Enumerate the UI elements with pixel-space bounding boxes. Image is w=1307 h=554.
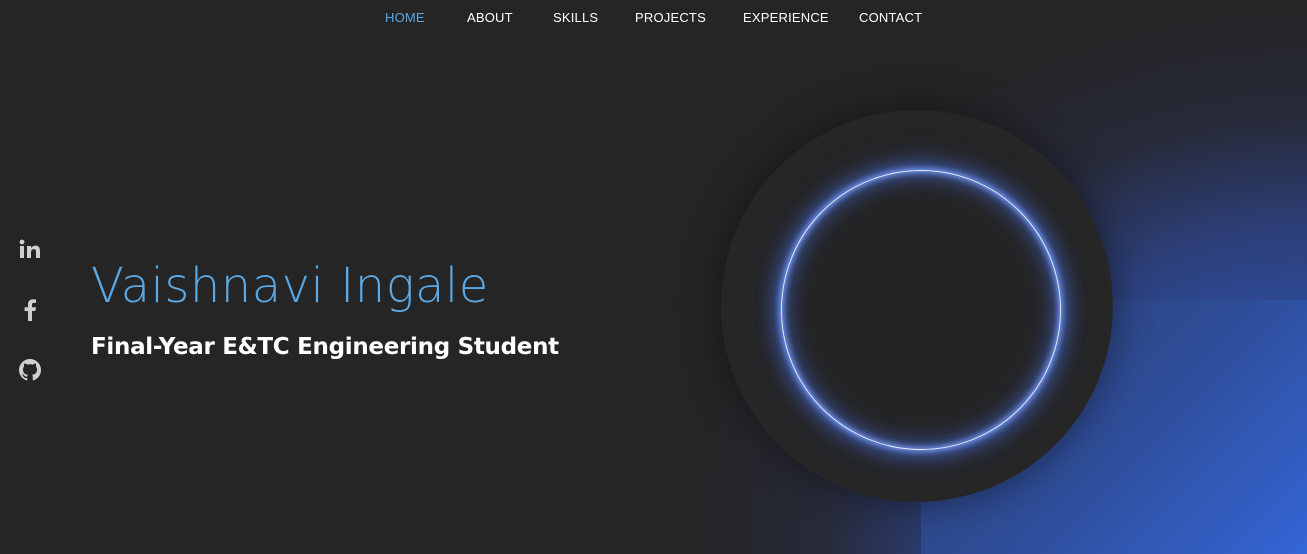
hero-subtitle: Final-Year E&TC Engineering Student [91, 334, 559, 360]
github-link[interactable] [19, 359, 41, 381]
facebook-icon [24, 299, 36, 321]
nav-item-contact[interactable]: CONTACT [859, 10, 922, 25]
hero-name: Vaishnavi Ingale [91, 258, 489, 314]
nav-item-projects[interactable]: PROJECTS [635, 10, 706, 25]
nav-item-skills[interactable]: SKILLS [553, 10, 598, 25]
nav-item-home[interactable]: HOME [385, 10, 425, 25]
nav-item-experience[interactable]: EXPERIENCE [743, 10, 829, 25]
linkedin-icon [19, 239, 40, 258]
linkedin-link[interactable] [19, 238, 41, 260]
github-icon [19, 359, 41, 381]
glowing-ring [781, 170, 1061, 450]
facebook-link[interactable] [19, 299, 41, 321]
nav-item-about[interactable]: ABOUT [467, 10, 513, 25]
top-navigation: HOME ABOUT SKILLS PROJECTS EXPERIENCE CO… [0, 0, 1307, 36]
